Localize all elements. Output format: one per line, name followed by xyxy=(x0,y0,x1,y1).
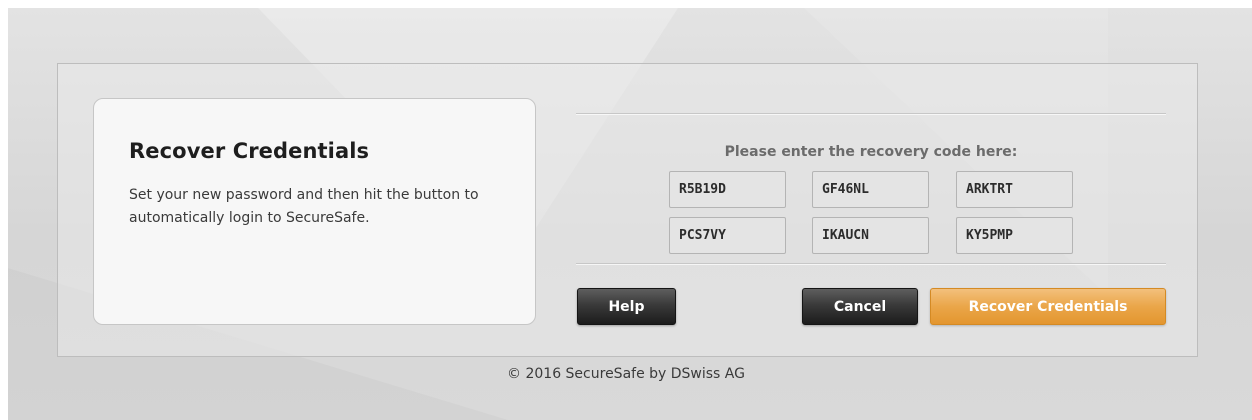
recover-credentials-button-label: Recover Credentials xyxy=(968,298,1128,315)
recovery-code-field-6[interactable] xyxy=(956,217,1073,254)
help-button[interactable]: Help xyxy=(577,288,676,325)
footer-copyright: © 2016 SecureSafe by DSwiss AG xyxy=(507,366,745,382)
help-button-label: Help xyxy=(608,298,645,315)
recovery-code-field-3[interactable] xyxy=(956,171,1073,208)
divider xyxy=(576,113,1166,114)
recovery-code-field-5[interactable] xyxy=(812,217,929,254)
recovery-code-field-1[interactable] xyxy=(669,171,786,208)
cancel-button-label: Cancel xyxy=(833,298,887,315)
recovery-prompt: Please enter the recovery code here: xyxy=(724,144,1018,160)
divider xyxy=(576,263,1166,264)
cancel-button[interactable]: Cancel xyxy=(802,288,918,325)
recover-credentials-button[interactable]: Recover Credentials xyxy=(930,288,1166,325)
recovery-code-field-4[interactable] xyxy=(669,217,786,254)
info-description: Set your new password and then hit the b… xyxy=(129,187,479,226)
recovery-code-field-2[interactable] xyxy=(812,171,929,208)
info-card: Recover Credentials Set your new passwor… xyxy=(93,98,536,325)
info-title: Recover Credentials xyxy=(129,139,370,163)
